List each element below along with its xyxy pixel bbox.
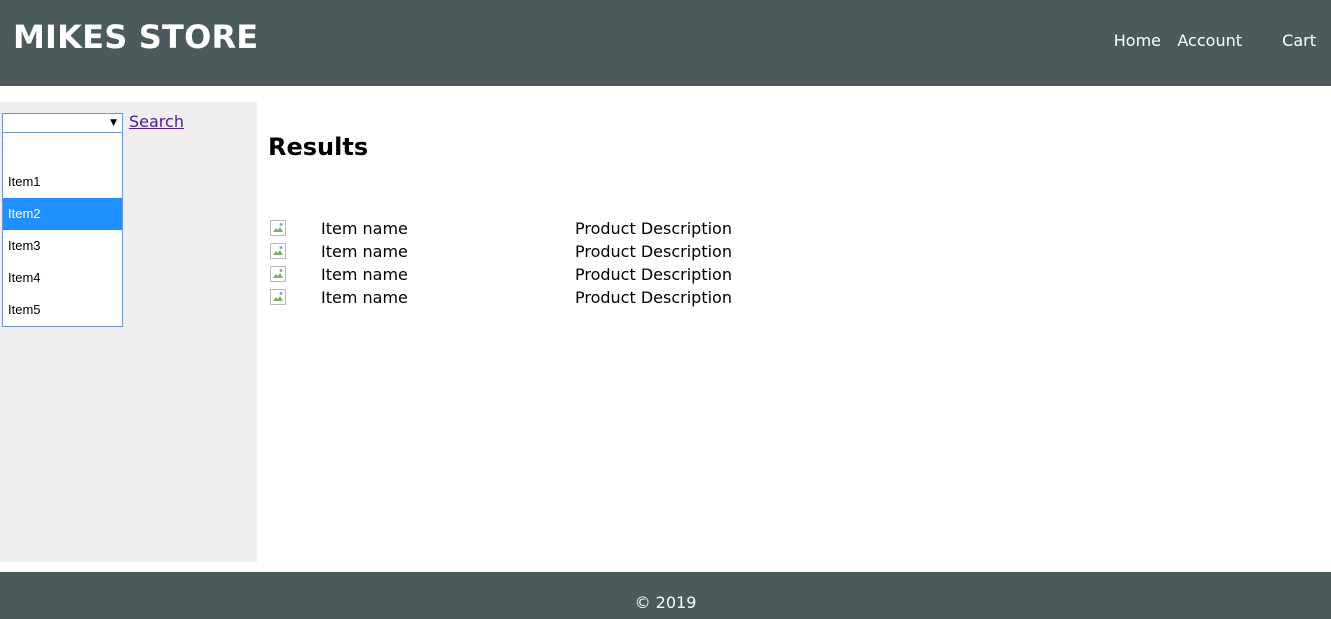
item-description: Product Description [575,288,732,307]
item-description: Product Description [575,219,732,238]
results-title: Results [268,133,369,161]
nav-cart-link[interactable]: Cart [1282,31,1316,51]
copyright-text: © 2019 [634,593,697,612]
site-title: MIKES STORE [13,18,259,56]
dropdown-option-empty[interactable] [3,133,122,165]
item-select[interactable]: ▼ [2,113,123,133]
item-name: Item name [321,265,408,284]
result-row: Item name Product Description [268,241,868,264]
broken-image-icon [270,243,286,259]
result-row: Item name Product Description [268,218,868,241]
dropdown-arrow-icon[interactable]: ▼ [110,116,117,130]
broken-image-icon [270,289,286,305]
dropdown-option-item5[interactable]: Item5 [3,294,122,326]
broken-image-icon [270,266,286,282]
nav-home-link[interactable]: Home [1114,31,1161,51]
dropdown-option-item3[interactable]: Item3 [3,230,122,262]
select-dropdown-list[interactable]: Item1 Item2 Item3 Item4 Item5 [2,132,123,327]
result-row: Item name Product Description [268,264,868,287]
dropdown-option-item2[interactable]: Item2 [3,198,122,230]
item-name: Item name [321,288,408,307]
dropdown-option-item4[interactable]: Item4 [3,262,122,294]
site-footer: © 2019 [0,572,1331,619]
result-row: Item name Product Description [268,287,868,310]
item-description: Product Description [575,242,732,261]
nav-account-link[interactable]: Account [1177,31,1242,51]
broken-image-icon [270,220,286,236]
dropdown-option-item1[interactable]: Item1 [3,166,122,198]
site-header: MIKES STORE Home Account Cart [0,0,1331,86]
item-name: Item name [321,219,408,238]
item-description: Product Description [575,265,732,284]
item-name: Item name [321,242,408,261]
search-link[interactable]: Search [129,112,184,132]
